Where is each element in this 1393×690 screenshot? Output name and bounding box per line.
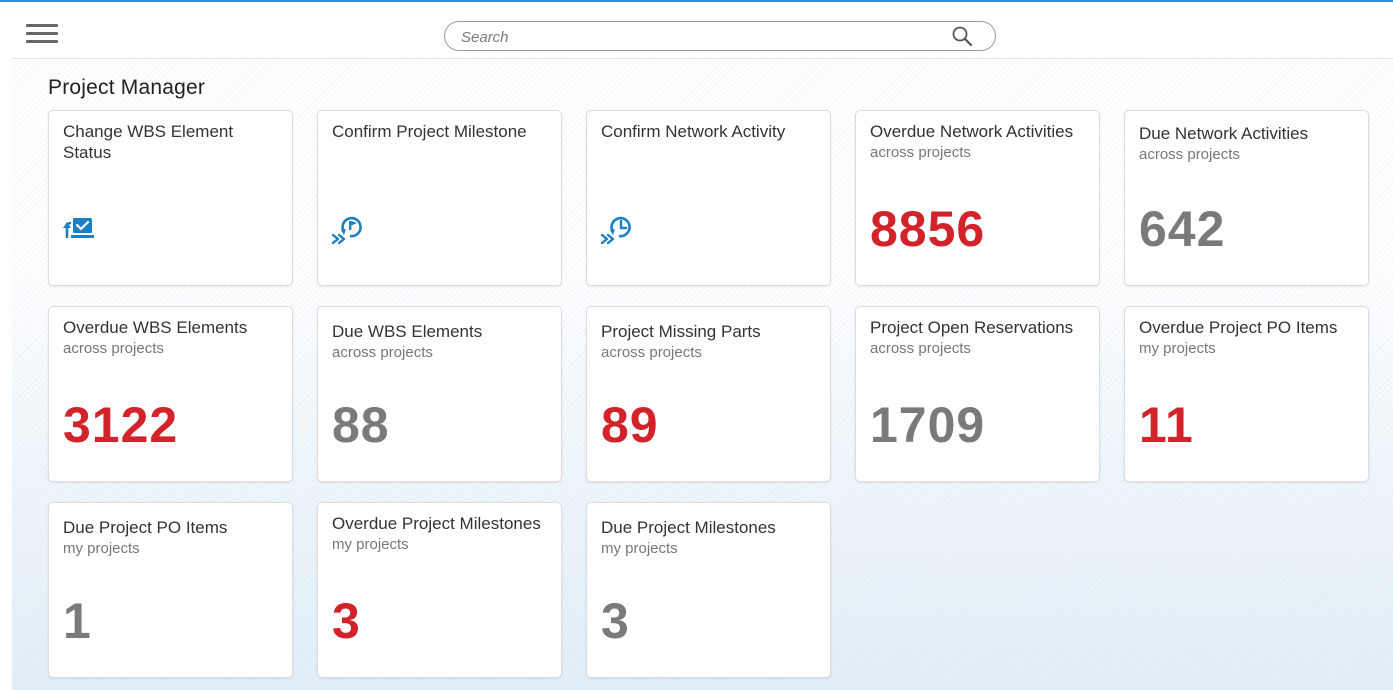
tile-title-text: Due Project Milestones — [601, 518, 776, 537]
tile-subtitle: my projects — [1139, 340, 1216, 357]
confirm-milestone-icon — [331, 216, 362, 245]
tile-title: Confirm Project Milestone — [332, 121, 552, 142]
tile-subtitle: across projects — [870, 144, 971, 161]
tile-title-text: Change WBS Element Status — [63, 122, 234, 162]
tile-title: Due Project Milestones my projects — [601, 517, 821, 559]
tile-title-text: Overdue Project PO Items — [1139, 318, 1338, 337]
tile-subtitle: my projects — [601, 540, 678, 557]
tile-title: Overdue Network Activities across projec… — [870, 121, 1090, 163]
tile-subtitle: my projects — [332, 536, 409, 553]
tile-confirm-network-activity[interactable]: Confirm Network Activity — [586, 110, 831, 286]
tile-title: Change WBS Element Status — [63, 121, 283, 163]
tile-title: Confirm Network Activity — [601, 121, 821, 142]
left-rail — [0, 2, 12, 690]
tile-title-text: Project Missing Parts — [601, 322, 761, 341]
page-title: Project Manager — [48, 76, 206, 99]
tile-title: Due WBS Elements across projects — [332, 321, 552, 363]
launchpad: Project Manager Change WBS Element Statu… — [0, 0, 1393, 690]
tile-project-open-reservations[interactable]: Project Open Reservations across project… — [855, 306, 1100, 482]
tile-kpi-value: 642 — [1139, 201, 1226, 257]
change-status-icon — [63, 218, 94, 238]
tile-due-network-activities[interactable]: Due Network Activities across projects 6… — [1124, 110, 1369, 286]
tile-due-project-milestones[interactable]: Due Project Milestones my projects 3 — [586, 502, 831, 678]
tile-title-text: Due WBS Elements — [332, 322, 483, 341]
tile-title-text: Due Network Activities — [1139, 124, 1309, 143]
tile-due-wbs-elements[interactable]: Due WBS Elements across projects 88 — [317, 306, 562, 482]
search-icon[interactable] — [951, 25, 973, 47]
tile-title: Overdue Project Milestones my projects — [332, 513, 552, 555]
search-box[interactable] — [444, 21, 996, 51]
tile-overdue-project-milestones[interactable]: Overdue Project Milestones my projects 3 — [317, 502, 562, 678]
tile-overdue-project-po-items[interactable]: Overdue Project PO Items my projects 11 — [1124, 306, 1369, 482]
tile-title-text: Overdue WBS Elements — [63, 318, 248, 337]
tile-kpi-value: 1709 — [870, 397, 986, 453]
menu-icon[interactable] — [26, 24, 58, 46]
tile-title: Overdue Project PO Items my projects — [1139, 317, 1359, 359]
tile-title: Due Project PO Items my projects — [63, 517, 283, 559]
tile-title: Project Missing Parts across projects — [601, 321, 821, 363]
tile-title-text: Due Project PO Items — [63, 518, 228, 537]
tile-kpi-value: 3 — [601, 593, 630, 649]
tile-kpi-value: 3 — [332, 593, 361, 649]
tile-due-project-po-items[interactable]: Due Project PO Items my projects 1 — [48, 502, 293, 678]
tile-project-missing-parts[interactable]: Project Missing Parts across projects 89 — [586, 306, 831, 482]
tile-subtitle: across projects — [1139, 146, 1240, 163]
tile-overdue-network-activities[interactable]: Overdue Network Activities across projec… — [855, 110, 1100, 286]
tile-kpi-value: 89 — [601, 397, 659, 453]
tile-subtitle: my projects — [63, 540, 140, 557]
tile-title-text: Overdue Project Milestones — [332, 514, 541, 533]
tile-title: Due Network Activities across projects — [1139, 123, 1359, 165]
tile-title: Project Open Reservations across project… — [870, 317, 1090, 359]
tile-change-wbs-element-status[interactable]: Change WBS Element Status — [48, 110, 293, 286]
tile-title-text: Project Open Reservations — [870, 318, 1074, 337]
tile-title: Overdue WBS Elements across projects — [63, 317, 283, 359]
tile-title-text: Confirm Network Activity — [601, 122, 786, 141]
tile-kpi-value: 88 — [332, 397, 390, 453]
tile-subtitle: across projects — [332, 344, 433, 361]
tile-kpi-value: 8856 — [870, 201, 986, 257]
search-input[interactable] — [459, 25, 933, 49]
tile-subtitle: across projects — [601, 344, 702, 361]
tile-title-text: Overdue Network Activities — [870, 122, 1074, 141]
confirm-activity-icon — [600, 216, 631, 245]
tile-subtitle: across projects — [63, 340, 164, 357]
tile-kpi-value: 3122 — [63, 397, 179, 453]
tile-title-text: Confirm Project Milestone — [332, 122, 527, 141]
tile-confirm-project-milestone[interactable]: Confirm Project Milestone — [317, 110, 562, 286]
tile-kpi-value: 1 — [63, 593, 92, 649]
shell-bar — [0, 2, 1393, 59]
tile-overdue-wbs-elements[interactable]: Overdue WBS Elements across projects 312… — [48, 306, 293, 482]
tile-kpi-value: 11 — [1139, 397, 1194, 453]
tile-subtitle: across projects — [870, 340, 971, 357]
